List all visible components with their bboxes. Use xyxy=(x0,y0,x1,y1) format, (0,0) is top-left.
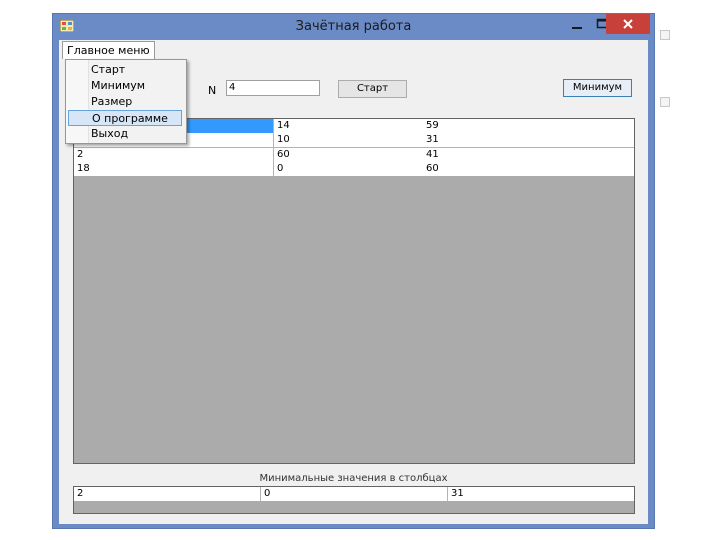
form-client-area: Главное меню Старт Минимум Размер О прог… xyxy=(59,40,648,524)
matrix-grid[interactable]: 14 59 10 31 2 60 41 18 0 60 xyxy=(73,118,635,464)
minimums-caption: Минимальные значения в столбцах xyxy=(259,473,448,484)
background-window-edge xyxy=(660,97,670,107)
main-window: Зачётная работа Главное меню Старт Миним… xyxy=(52,13,655,529)
matrix-cell[interactable]: 31 xyxy=(423,133,634,147)
menu-item-size[interactable]: Размер xyxy=(68,94,182,110)
minimum-cell[interactable]: 2 xyxy=(74,487,261,501)
matrix-cell[interactable]: 41 xyxy=(423,148,634,162)
minimum-cell[interactable]: 31 xyxy=(448,487,634,501)
menu-item-start[interactable]: Старт xyxy=(68,62,182,78)
matrix-cell[interactable]: 59 xyxy=(423,119,634,133)
menu-item-label: Выход xyxy=(91,127,129,140)
matrix-cell[interactable]: 10 xyxy=(273,133,423,147)
menu-item-label: Размер xyxy=(91,95,133,108)
n-input[interactable]: 4 xyxy=(226,80,320,96)
matrix-cell[interactable]: 60 xyxy=(273,148,423,162)
menu-item-about[interactable]: О программе xyxy=(68,110,182,126)
minimums-grid[interactable]: 2 0 31 xyxy=(73,486,635,514)
menu-item-minimum[interactable]: Минимум xyxy=(68,78,182,94)
table-row: 2 60 41 xyxy=(74,148,634,162)
minimum-cell[interactable]: 0 xyxy=(261,487,448,501)
minimize-button[interactable] xyxy=(564,14,590,34)
minimize-icon xyxy=(572,27,582,29)
matrix-cell[interactable]: 0 xyxy=(273,162,423,176)
main-menu-header[interactable]: Главное меню xyxy=(62,41,155,59)
menu-item-label: Минимум xyxy=(91,79,146,92)
matrix-cell[interactable]: 2 xyxy=(74,148,273,162)
main-menu-dropdown: Старт Минимум Размер О программе Выход xyxy=(65,59,187,144)
row-divider xyxy=(74,147,634,148)
table-row: 18 0 60 xyxy=(74,162,634,176)
minimum-button[interactable]: Минимум xyxy=(563,79,632,97)
matrix-cell[interactable]: 60 xyxy=(423,162,634,176)
background-window-edge xyxy=(660,30,670,40)
menu-item-label: О программе xyxy=(92,112,168,125)
table-row: 2 0 31 xyxy=(74,487,634,501)
matrix-cell[interactable]: 14 xyxy=(273,119,423,133)
close-icon xyxy=(623,19,633,29)
title-bar[interactable]: Зачётная работа xyxy=(53,14,654,40)
menu-item-exit[interactable]: Выход xyxy=(68,126,182,142)
n-label: N xyxy=(208,84,217,97)
start-button[interactable]: Старт xyxy=(338,80,407,98)
menu-item-label: Старт xyxy=(91,63,126,76)
matrix-cell[interactable]: 18 xyxy=(74,162,273,176)
close-button[interactable] xyxy=(606,14,650,34)
